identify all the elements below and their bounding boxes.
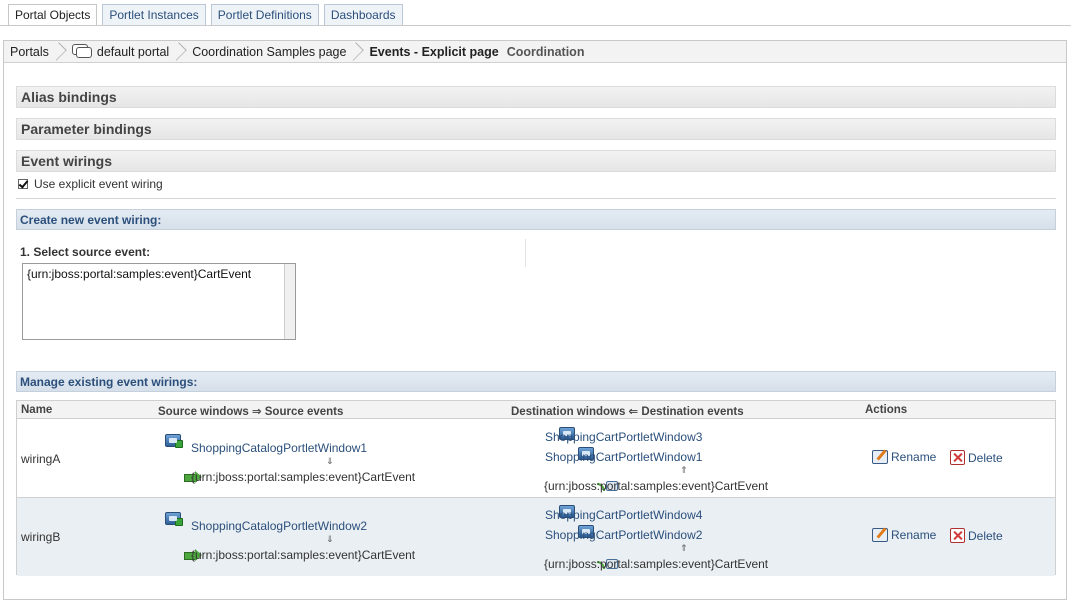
breadcrumb-portals[interactable]: Portals [4, 41, 66, 63]
breadcrumb-separator-icon [174, 41, 181, 63]
table-row: wiringA ShoppingCatalogPortletWindow1 ⇓ … [17, 420, 1055, 498]
source-event: {urn:jboss:portal:samples:event}CartEven… [191, 470, 416, 484]
source-event-listbox[interactable]: {urn:jboss:portal:samples:event}CartEven… [22, 263, 296, 340]
dest-window-link[interactable]: ShoppingCartPortletWindow4 [545, 508, 702, 522]
dest-window-link[interactable]: ShoppingCartPortletWindow2 [545, 528, 702, 542]
section-alias-bindings[interactable]: Alias bindings [16, 86, 1056, 108]
source-window-link[interactable]: ShoppingCatalogPortletWindow1 [191, 441, 367, 455]
table-header: Name Source windows ⇒ Source events Dest… [17, 401, 1055, 419]
down-arrow-icon: ⇓ [326, 456, 334, 466]
rename-label[interactable]: Rename [891, 450, 936, 464]
tab-portlet-definitions[interactable]: Portlet Definitions [210, 4, 319, 26]
wiring-name: wiringB [21, 530, 61, 544]
listbox-scrollbar[interactable] [284, 264, 295, 339]
delete-button[interactable]: Delete [950, 450, 1003, 465]
delete-label[interactable]: Delete [968, 529, 1003, 543]
breadcrumb-page-label[interactable]: Coordination Samples page [192, 45, 346, 59]
rename-icon [872, 528, 888, 542]
breadcrumb-current: Events - Explicit page [369, 44, 499, 59]
section-event-wirings[interactable]: Event wirings [16, 150, 1056, 172]
explicit-wiring-checkbox[interactable] [18, 179, 28, 189]
rename-button[interactable]: Rename [872, 528, 936, 542]
up-arrow-icon: ⇑ [680, 465, 688, 475]
source-event: {urn:jboss:portal:samples:event}CartEven… [191, 548, 416, 562]
dest-window-link[interactable]: ShoppingCartPortletWindow3 [545, 430, 702, 444]
source-window-icon [165, 434, 183, 448]
divider [16, 198, 1056, 199]
tab-portal-objects[interactable]: Portal Objects [8, 4, 98, 26]
breadcrumb-separator-icon [54, 41, 61, 63]
manage-wirings-header: Manage existing event wirings: [16, 371, 1056, 392]
down-arrow-icon: ⇓ [326, 534, 334, 544]
table-row: wiringB ShoppingCatalogPortletWindow2 ⇓ … [17, 498, 1055, 576]
tab-portlet-instances[interactable]: Portlet Instances [102, 4, 206, 26]
tab-bar: Portal Objects Portlet Instances Portlet… [8, 4, 408, 26]
source-window-icon [165, 512, 183, 526]
dest-event: {urn:jboss:portal:samples:event}CartEven… [544, 479, 769, 493]
delete-label[interactable]: Delete [968, 451, 1003, 465]
breadcrumb-default-portal[interactable]: default portal [66, 41, 186, 63]
column-name: Name [21, 404, 53, 416]
dest-event: {urn:jboss:portal:samples:event}CartEven… [544, 557, 769, 571]
section-parameter-bindings[interactable]: Parameter bindings [16, 118, 1056, 140]
rename-label[interactable]: Rename [891, 528, 936, 542]
column-destination: Destination windows ⇐ Destination events [511, 406, 744, 418]
explicit-wiring-label: Use explicit event wiring [34, 177, 163, 191]
portal-icon [71, 44, 92, 59]
up-arrow-icon: ⇑ [680, 543, 688, 553]
dest-window-link[interactable]: ShoppingCartPortletWindow1 [545, 450, 702, 464]
main-panel: Portals default portal Coordination Samp… [3, 40, 1067, 600]
tab-divider [0, 25, 1071, 26]
wiring-name: wiringA [21, 452, 61, 466]
source-window-link[interactable]: ShoppingCatalogPortletWindow2 [191, 519, 367, 533]
wirings-table: Name Source windows ⇒ Source events Dest… [16, 400, 1056, 576]
rename-icon [872, 450, 888, 464]
breadcrumb-coordination-page[interactable]: Coordination Samples page [186, 41, 363, 63]
delete-icon [950, 450, 965, 465]
column-actions: Actions [865, 404, 908, 416]
source-event-option[interactable]: {urn:jboss:portal:samples:event}CartEven… [27, 267, 291, 281]
breadcrumb-coordination[interactable]: Coordination [499, 45, 585, 59]
column-divider [525, 239, 526, 267]
delete-button[interactable]: Delete [950, 528, 1003, 543]
tab-dashboards[interactable]: Dashboards [323, 4, 403, 26]
breadcrumb: Portals default portal Coordination Samp… [4, 41, 1066, 63]
column-source: Source windows ⇒ Source events [158, 406, 344, 418]
create-wiring-header: Create new event wiring: [16, 209, 1056, 230]
rename-button[interactable]: Rename [872, 450, 936, 464]
select-source-event-label: 1. Select source event: [20, 245, 151, 259]
breadcrumb-separator-icon [351, 41, 358, 63]
explicit-wiring-row: Use explicit event wiring [18, 177, 163, 191]
breadcrumb-portals-label[interactable]: Portals [10, 45, 49, 59]
delete-icon [950, 528, 965, 543]
breadcrumb-portal-label[interactable]: default portal [97, 45, 169, 59]
